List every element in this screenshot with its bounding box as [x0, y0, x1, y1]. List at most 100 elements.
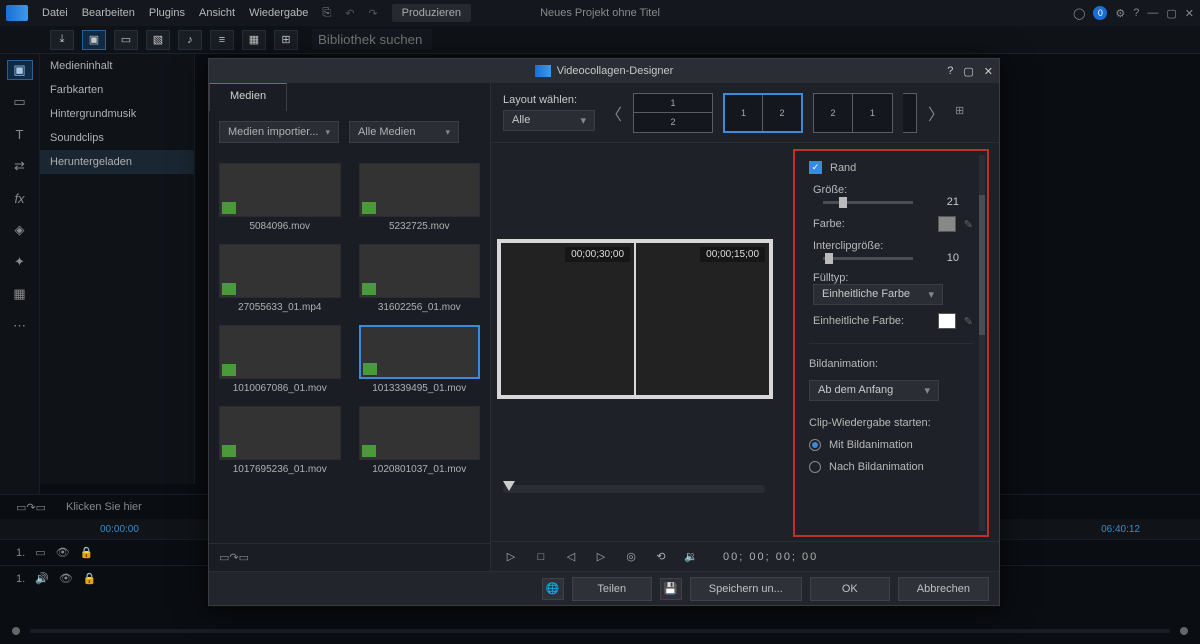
import-media-dropdown[interactable]: Medien importier... — [219, 121, 339, 143]
eye-icon[interactable]: 👁 — [56, 546, 70, 559]
interclip-slider[interactable] — [823, 257, 913, 260]
particle-room-icon[interactable]: ✦ — [7, 252, 33, 272]
preview-progress-slider[interactable] — [503, 485, 765, 493]
layout-option-vertical-21[interactable]: 2 1 — [813, 93, 893, 133]
close-icon[interactable]: ✕ — [1185, 7, 1194, 20]
music-icon[interactable]: ♪ — [178, 30, 202, 50]
menu-plugins[interactable]: Plugins — [149, 7, 185, 19]
layout-next-icon[interactable]: 〉 — [927, 93, 945, 133]
sidebar-item-soundclips[interactable]: Soundclips — [40, 126, 194, 150]
zoom-out-icon[interactable] — [12, 627, 20, 635]
zoom-slider[interactable] — [30, 629, 1170, 633]
sidebar-item-bgmusic[interactable]: Hintergrundmusik — [40, 102, 194, 126]
thumbnail-image[interactable] — [219, 325, 341, 379]
sidebar-item-media[interactable]: Medieninhalt — [40, 54, 194, 78]
loop-icon[interactable]: ⟲ — [653, 549, 669, 565]
share-icon[interactable]: 🌐 — [542, 578, 564, 600]
layout-filter-dropdown[interactable]: Alle — [503, 110, 595, 131]
storyboard-icon[interactable]: ▭↷▭ — [219, 551, 249, 564]
title-room-icon[interactable]: T — [7, 124, 33, 144]
menu-edit[interactable]: Bearbeiten — [82, 7, 135, 19]
redo-icon[interactable]: ↷ — [368, 7, 377, 20]
color-picker-icon[interactable]: ✎ — [964, 218, 973, 231]
share-button[interactable]: Teilen — [572, 577, 652, 601]
effect-room-icon[interactable]: ▭ — [7, 92, 33, 112]
lock-icon[interactable]: 🔒 — [83, 572, 97, 585]
radio-after-animation[interactable] — [809, 461, 821, 473]
eye-icon[interactable]: 👁 — [59, 572, 73, 585]
lock-icon[interactable]: 🔒 — [80, 546, 94, 559]
library-search-input[interactable] — [312, 29, 432, 50]
list-icon[interactable]: ≡ — [210, 30, 234, 50]
export-icon[interactable]: ⎘ — [322, 7, 331, 20]
more-icon[interactable]: ⋯ — [7, 316, 33, 336]
fx-room-icon[interactable]: fx — [7, 188, 33, 208]
import-icon[interactable]: ⤓ — [50, 30, 74, 50]
layout-grid-icon[interactable]: ⊞ — [955, 104, 973, 122]
maximize-icon[interactable]: ▢ — [1166, 7, 1176, 20]
maximize-icon[interactable]: ▢ — [963, 65, 973, 78]
layout-prev-icon[interactable]: 〈 — [605, 93, 623, 133]
filltype-dropdown[interactable]: Einheitliche Farbe — [813, 284, 943, 305]
image-icon[interactable]: ▧ — [146, 30, 170, 50]
thumbnail-image[interactable] — [359, 325, 481, 379]
stop-icon[interactable]: □ — [533, 549, 549, 565]
collage-slot-1[interactable]: 00;00;30;00 — [501, 243, 634, 395]
border-checkbox[interactable]: ✓ — [809, 161, 822, 174]
cloud-badge[interactable]: 0 — [1093, 6, 1107, 20]
play-icon[interactable]: ▷ — [503, 549, 519, 565]
next-frame-icon[interactable]: ▷ — [593, 549, 609, 565]
media-thumbnail[interactable]: 1010067086_01.mov — [219, 325, 341, 394]
sidebar-item-colorcards[interactable]: Farbkarten — [40, 78, 194, 102]
thumbnail-image[interactable] — [219, 406, 341, 460]
media-thumbnail[interactable]: 1013339495_01.mov — [359, 325, 481, 394]
animation-dropdown[interactable]: Ab dem Anfang — [809, 380, 939, 401]
menu-file[interactable]: Datei — [42, 7, 68, 19]
produce-button[interactable]: Produzieren — [392, 4, 471, 22]
media-thumbnail[interactable]: 1017695236_01.mov — [219, 406, 341, 475]
user-icon[interactable]: ◯ — [1073, 7, 1085, 20]
help-icon[interactable]: ? — [1133, 7, 1139, 19]
fill-color-picker-icon[interactable]: ✎ — [964, 315, 973, 328]
snapshot-icon[interactable]: ◎ — [623, 549, 639, 565]
border-color-swatch[interactable] — [938, 216, 956, 232]
thumbnail-image[interactable] — [359, 244, 481, 298]
menu-view[interactable]: Ansicht — [199, 7, 235, 19]
slider-knob-icon[interactable] — [503, 481, 515, 491]
tab-media[interactable]: Medien — [209, 83, 287, 111]
layout-option-horizontal[interactable]: 1 2 — [633, 93, 713, 133]
thumbnail-image[interactable] — [359, 163, 481, 217]
thumbnail-image[interactable] — [219, 163, 341, 217]
size-slider[interactable] — [823, 201, 913, 204]
collage-slot-2[interactable]: 00;00;15;00 — [636, 243, 769, 395]
filter-all-dropdown[interactable]: Alle Medien — [349, 121, 459, 143]
timeline-tools-icon[interactable]: ▭↷▭ — [16, 501, 46, 514]
media-view-icon[interactable]: ▣ — [82, 30, 106, 50]
timeline-zoom[interactable] — [0, 622, 1200, 640]
undo-icon[interactable]: ↶ — [345, 7, 354, 20]
thumbnail-image[interactable] — [219, 244, 341, 298]
media-thumbnail[interactable]: 5232725.mov — [359, 163, 481, 232]
close-icon[interactable]: ✕ — [984, 65, 993, 78]
transition-room-icon[interactable]: ⇄ — [7, 156, 33, 176]
collage-frame[interactable]: 00;00;30;00 00;00;15;00 — [497, 239, 773, 399]
template-room-icon[interactable]: ▦ — [7, 284, 33, 304]
layout-option-vertical-12[interactable]: 1 2 — [723, 93, 803, 133]
layout-option-peek[interactable] — [903, 93, 917, 133]
overlay-room-icon[interactable]: ◈ — [7, 220, 33, 240]
save-icon[interactable]: 💾 — [660, 578, 682, 600]
media-thumbnail[interactable]: 31602256_01.mov — [359, 244, 481, 313]
thumbnail-image[interactable] — [359, 406, 481, 460]
minimize-icon[interactable]: — — [1147, 7, 1158, 19]
settings-scrollbar[interactable] — [979, 155, 985, 531]
prev-frame-icon[interactable]: ◁ — [563, 549, 579, 565]
radio-with-animation[interactable] — [809, 439, 821, 451]
category-icon[interactable]: ⊞ — [274, 30, 298, 50]
save-as-button[interactable]: Speichern un... — [690, 577, 802, 601]
thumb-icon[interactable]: ▦ — [242, 30, 266, 50]
media-thumbnail[interactable]: 5084096.mov — [219, 163, 341, 232]
media-thumbnail[interactable]: 1020801037_01.mov — [359, 406, 481, 475]
gear-icon[interactable]: ⚙ — [1115, 7, 1125, 20]
film-icon[interactable]: ▭ — [114, 30, 138, 50]
media-thumbnail[interactable]: 27055633_01.mp4 — [219, 244, 341, 313]
